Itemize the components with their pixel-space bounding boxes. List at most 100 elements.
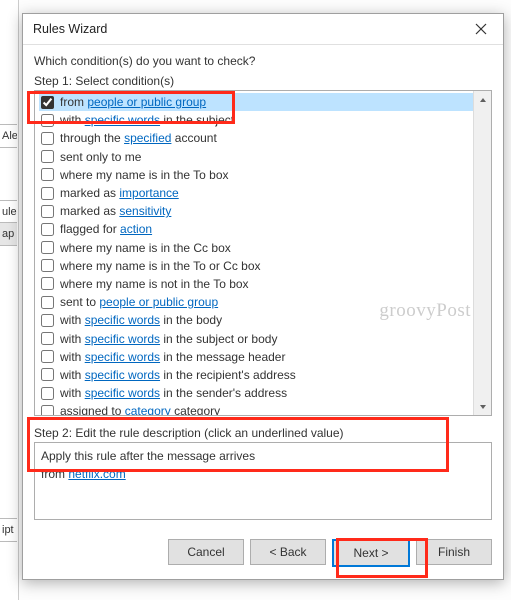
condition-text: with specific words in the sender's addr…: [60, 386, 287, 400]
condition-checkbox[interactable]: [41, 241, 54, 254]
cancel-button[interactable]: Cancel: [168, 539, 244, 565]
condition-checkbox[interactable]: [41, 368, 54, 381]
condition-text: marked as importance: [60, 186, 179, 200]
condition-row[interactable]: from people or public group: [39, 93, 474, 111]
rule-description-box[interactable]: Apply this rule after the message arrive…: [34, 442, 492, 520]
next-button[interactable]: Next >: [332, 539, 410, 567]
condition-link[interactable]: specific words: [85, 350, 160, 364]
condition-row[interactable]: with specific words in the subject: [39, 111, 474, 129]
condition-row[interactable]: flagged for action: [39, 220, 474, 238]
condition-checkbox[interactable]: [41, 296, 54, 309]
titlebar: Rules Wizard: [23, 14, 503, 45]
close-icon: [475, 23, 487, 35]
bg-frag-ale: Ale: [0, 124, 17, 148]
back-button[interactable]: < Back: [250, 539, 326, 565]
condition-checkbox[interactable]: [41, 114, 54, 127]
condition-text-pre: from: [60, 95, 87, 109]
scroll-down-button[interactable]: [474, 398, 491, 415]
condition-text: with specific words in the message heade…: [60, 350, 285, 364]
condition-text-post: in the message header: [160, 350, 285, 364]
condition-checkbox[interactable]: [41, 96, 54, 109]
condition-row[interactable]: where my name is in the To or Cc box: [39, 257, 474, 275]
step2-label: Step 2: Edit the rule description (click…: [34, 426, 492, 440]
condition-row[interactable]: sent only to me: [39, 148, 474, 166]
condition-checkbox[interactable]: [41, 259, 54, 272]
condition-checkbox[interactable]: [41, 223, 54, 236]
condition-link[interactable]: specific words: [85, 313, 160, 327]
description-line1: Apply this rule after the message arrive…: [41, 447, 485, 465]
condition-link[interactable]: action: [120, 222, 152, 236]
condition-row[interactable]: where my name is in the Cc box: [39, 239, 474, 257]
condition-link[interactable]: specific words: [85, 368, 160, 382]
condition-text-pre: assigned to: [60, 404, 125, 415]
condition-checkbox[interactable]: [41, 205, 54, 218]
condition-row[interactable]: marked as importance: [39, 184, 474, 202]
condition-text: sent only to me: [60, 150, 141, 164]
condition-text: flagged for action: [60, 222, 152, 236]
condition-text: with specific words in the subject: [60, 113, 234, 127]
condition-text-pre: marked as: [60, 186, 119, 200]
bg-frag-ap: ap: [0, 222, 17, 246]
condition-row[interactable]: with specific words in the subject or bo…: [39, 329, 474, 347]
condition-text-pre: with: [60, 332, 85, 346]
condition-link[interactable]: specific words: [85, 113, 160, 127]
condition-checkbox[interactable]: [41, 332, 54, 345]
condition-text-post: account: [171, 131, 216, 145]
prompt-text: Which condition(s) do you want to check?: [34, 54, 492, 68]
condition-row[interactable]: with specific words in the message heade…: [39, 348, 474, 366]
condition-row[interactable]: sent to people or public group: [39, 293, 474, 311]
condition-link[interactable]: importance: [119, 186, 178, 200]
condition-text-pre: with: [60, 350, 85, 364]
condition-text-pre: where my name is in the Cc box: [60, 241, 231, 255]
condition-row[interactable]: where my name is not in the To box: [39, 275, 474, 293]
condition-text-pre: flagged for: [60, 222, 120, 236]
desc-line2-pre: from: [41, 467, 68, 481]
condition-link[interactable]: category: [125, 404, 171, 415]
condition-link[interactable]: specific words: [85, 386, 160, 400]
condition-checkbox[interactable]: [41, 405, 54, 415]
condition-row[interactable]: with specific words in the body: [39, 311, 474, 329]
condition-row[interactable]: with specific words in the sender's addr…: [39, 384, 474, 402]
finish-button[interactable]: Finish: [416, 539, 492, 565]
condition-link[interactable]: people or public group: [99, 295, 218, 309]
condition-checkbox[interactable]: [41, 314, 54, 327]
condition-row[interactable]: through the specified account: [39, 129, 474, 147]
condition-text-pre: with: [60, 313, 85, 327]
condition-text-post: in the subject or body: [160, 332, 277, 346]
condition-link[interactable]: sensitivity: [119, 204, 171, 218]
condition-text-pre: where my name is in the To box: [60, 168, 229, 182]
condition-text-post: in the recipient's address: [160, 368, 296, 382]
condition-row[interactable]: marked as sensitivity: [39, 202, 474, 220]
condition-text: with specific words in the recipient's a…: [60, 368, 296, 382]
condition-checkbox[interactable]: [41, 150, 54, 163]
conditions-list[interactable]: from people or public groupwith specific…: [35, 91, 474, 415]
close-button[interactable]: [461, 14, 501, 44]
condition-checkbox[interactable]: [41, 187, 54, 200]
condition-text-post: in the body: [160, 313, 222, 327]
background-sidebar-fragment: Ale ule ap ipt: [0, 0, 19, 600]
condition-link[interactable]: people or public group: [87, 95, 206, 109]
condition-link[interactable]: specific words: [85, 332, 160, 346]
condition-checkbox[interactable]: [41, 350, 54, 363]
condition-text-post: category: [171, 404, 220, 415]
scroll-up-button[interactable]: [474, 91, 491, 108]
condition-checkbox[interactable]: [41, 132, 54, 145]
condition-link[interactable]: specified: [124, 131, 171, 145]
rules-wizard-dialog: Rules Wizard Which condition(s) do you w…: [22, 13, 504, 580]
condition-row[interactable]: with specific words in the recipient's a…: [39, 366, 474, 384]
condition-checkbox[interactable]: [41, 387, 54, 400]
chevron-down-icon: [479, 404, 487, 410]
condition-checkbox[interactable]: [41, 168, 54, 181]
conditions-scrollbar[interactable]: [473, 91, 491, 415]
condition-row[interactable]: where my name is in the To box: [39, 166, 474, 184]
condition-text-pre: sent to: [60, 295, 99, 309]
condition-row[interactable]: assigned to category category: [39, 402, 474, 415]
description-line2: from netflix.com: [41, 465, 485, 483]
condition-text-pre: with: [60, 113, 85, 127]
condition-checkbox[interactable]: [41, 277, 54, 290]
condition-text: where my name is in the Cc box: [60, 241, 231, 255]
condition-text: from people or public group: [60, 95, 206, 109]
desc-sender-link[interactable]: netflix.com: [68, 467, 125, 481]
condition-text-pre: through the: [60, 131, 124, 145]
condition-text: where my name is not in the To box: [60, 277, 249, 291]
